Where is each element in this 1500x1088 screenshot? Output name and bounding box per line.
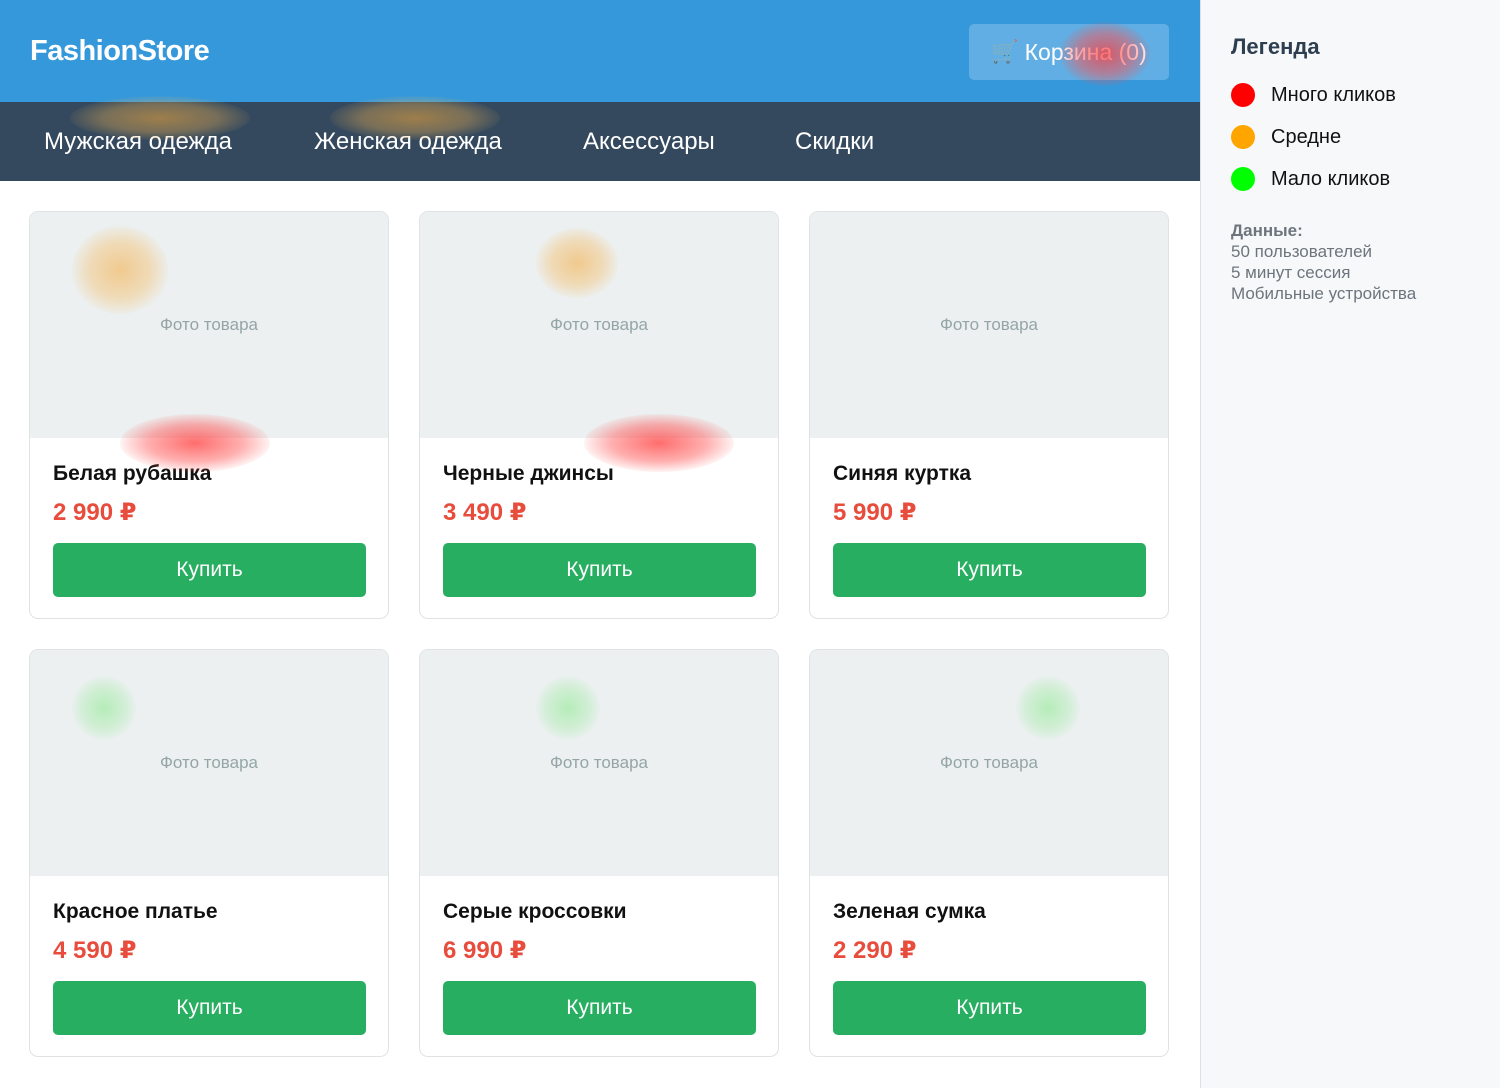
legend-item-low: Мало кликов (1231, 167, 1390, 191)
cart-label: Корзина (0) (1024, 38, 1147, 65)
legend-item-high: Много кликов (1231, 83, 1396, 107)
photo-placeholder-text: Фото товара (159, 753, 259, 772)
nav-item-mens[interactable]: Мужская одежда (44, 128, 232, 156)
product-photo[interactable]: Фото товара (420, 650, 778, 876)
product-card: Фото товара Красное платье 4 590 ₽ Купит… (29, 649, 389, 1057)
product-photo[interactable]: Фото товара (420, 212, 778, 438)
nav-item-sale[interactable]: Скидки (795, 128, 874, 156)
product-price: 3 490 ₽ (443, 499, 527, 526)
product-name: Синяя куртка (833, 462, 972, 485)
legend-label: Средне (1271, 125, 1342, 148)
photo-placeholder-text: Фото товара (549, 315, 649, 334)
product-card: Фото товара Серые кроссовки 6 990 ₽ Купи… (419, 649, 779, 1057)
data-line-session: 5 минут сессия (1231, 263, 1351, 282)
product-photo[interactable]: Фото товара (30, 212, 388, 438)
product-price: 4 590 ₽ (53, 937, 137, 964)
product-photo[interactable]: Фото товара (30, 650, 388, 876)
data-info: Данные: 50 пользователей 5 минут сессия … (1231, 220, 1416, 304)
nav-item-accessories[interactable]: Аксессуары (583, 128, 715, 156)
buy-button[interactable]: Купить (53, 543, 366, 597)
product-card: Фото товара Белая рубашка 2 990 ₽ Купить (29, 211, 389, 619)
nav-item-womens[interactable]: Женская одежда (314, 128, 502, 156)
buy-button[interactable]: Купить (53, 981, 366, 1035)
product-name: Зеленая сумка (833, 900, 986, 923)
legend-sidebar: Легенда Много кликов Средне Мало кликов … (1200, 0, 1500, 1088)
photo-placeholder-text: Фото товара (939, 315, 1039, 334)
product-name: Серые кроссовки (443, 900, 627, 923)
red-dot-icon (1231, 83, 1255, 107)
data-line-devices: Мобильные устройства (1231, 284, 1417, 303)
logo[interactable]: FashionStore (30, 35, 210, 68)
header: FashionStore 🛒 Корзина (0) (0, 0, 1200, 102)
data-title: Данные: (1231, 221, 1303, 240)
legend-item-medium: Средне (1231, 125, 1341, 149)
product-price: 2 990 ₽ (53, 499, 137, 526)
product-price: 2 290 ₽ (833, 937, 917, 964)
orange-dot-icon (1231, 125, 1255, 149)
buy-button[interactable]: Купить (833, 981, 1146, 1035)
main-area: FashionStore 🛒 Корзина (0) Мужская одежд… (0, 0, 1200, 1088)
buy-button[interactable]: Купить (443, 543, 756, 597)
product-photo[interactable]: Фото товара (810, 650, 1168, 876)
product-card: Фото товара Черные джинсы 3 490 ₽ Купить (419, 211, 779, 619)
data-line-users: 50 пользователей (1231, 242, 1373, 261)
cart-button[interactable]: 🛒 Корзина (0) (969, 24, 1169, 80)
product-name: Черные джинсы (443, 462, 614, 485)
product-price: 6 990 ₽ (443, 937, 527, 964)
green-dot-icon (1231, 167, 1255, 191)
photo-placeholder-text: Фото товара (159, 315, 259, 334)
photo-placeholder-text: Фото товара (939, 753, 1039, 772)
product-card: Фото товара Зеленая сумка 2 290 ₽ Купить (809, 649, 1169, 1057)
photo-placeholder-text: Фото товара (549, 753, 649, 772)
buy-button[interactable]: Купить (833, 543, 1146, 597)
legend-label: Мало кликов (1271, 167, 1391, 190)
product-photo[interactable]: Фото товара (810, 212, 1168, 438)
buy-button[interactable]: Купить (443, 981, 756, 1035)
legend-label: Много кликов (1271, 83, 1396, 106)
legend-title: Легенда (1231, 34, 1320, 59)
product-price: 5 990 ₽ (833, 499, 917, 526)
category-nav: Мужская одежда Женская одежда Аксессуары… (0, 102, 1200, 181)
product-card: Фото товара Синяя куртка 5 990 ₽ Купить (809, 211, 1169, 619)
product-name: Белая рубашка (53, 462, 212, 485)
cart-icon: 🛒 (991, 39, 1019, 65)
product-name: Красное платье (53, 900, 218, 923)
